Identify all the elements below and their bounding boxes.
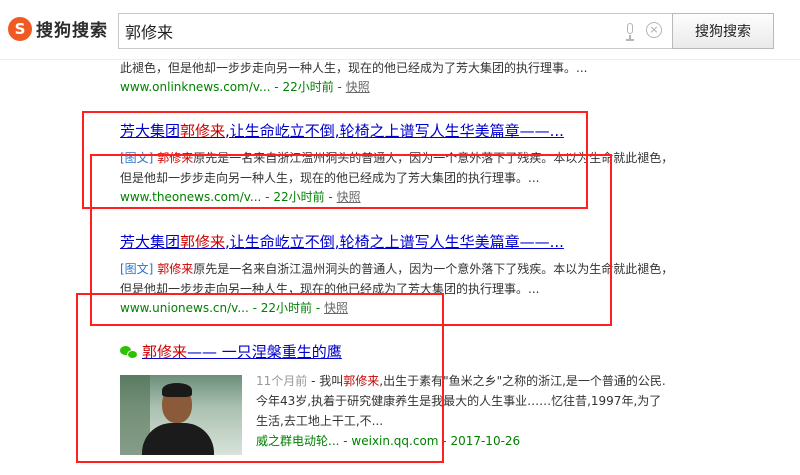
result-time: - 22小时前 - [270, 80, 346, 94]
wechat-domain: - weixin.qq.com - [339, 434, 451, 448]
wechat-abstract-pre: - 我叫 [307, 374, 344, 388]
sogou-logo-text: 搜狗搜索 [36, 21, 108, 41]
search-result: 芳大集团郭修来,让生命屹立不倒,轮椅之上谱写人生华美篇章——... [图文] 郭… [120, 122, 680, 206]
search-result: 此褪色，但是他却一步步走向另一种人生，现在的他已经成为了芳大集团的执行理事。..… [120, 58, 680, 96]
result-title-pre: 芳大集团 [120, 122, 181, 140]
sogou-logo[interactable]: S 搜狗搜索 [8, 16, 108, 41]
result-meta: www.onlinknews.com/v... - 22小时前 - 快照 [120, 78, 680, 96]
result-url[interactable]: www.unionews.cn/v... [120, 301, 249, 315]
clear-icon[interactable]: × [646, 22, 662, 38]
result-abstract: 此褪色，但是他却一步步走向另一种人生，现在的他已经成为了芳大集团的执行理事。..… [120, 61, 588, 75]
search-result: 芳大集团郭修来,让生命屹立不倒,轮椅之上谱写人生华美篇章——... [图文] 郭… [120, 233, 680, 317]
abstract-text: 原先是一名来自浙江温州洞头的普通人，因为一个意外落下了残疾。本以为生命就此褪色，… [120, 151, 674, 185]
result-title-link[interactable]: 芳大集团郭修来,让生命屹立不倒,轮椅之上谱写人生华美篇章——... [120, 233, 680, 251]
wechat-title-link[interactable]: 郭修来—— 一只涅槃重生的鹰 [120, 343, 680, 361]
search-input[interactable] [119, 14, 599, 48]
snapshot-link[interactable]: 快照 [324, 301, 348, 315]
wechat-thumbnail[interactable] [120, 375, 242, 455]
result-title-highlight: 郭修来 [180, 122, 226, 140]
wechat-icon [120, 346, 138, 360]
result-title-link[interactable]: 芳大集团郭修来,让生命屹立不倒,轮椅之上谱写人生华美篇章——... [120, 122, 680, 140]
wechat-abstract: 11个月前 - 我叫郭修来,出生于素有"鱼米之乡"之称的浙江,是一个普通的公民.… [256, 371, 666, 431]
abstract-text: 原先是一名来自浙江温州洞头的普通人，因为一个意外落下了残疾。本以为生命就此褪色，… [120, 262, 674, 296]
result-meta: www.theonews.com/v... - 22小时前 - 快照 [120, 188, 680, 206]
wechat-date: 2017-10-26 [450, 434, 521, 448]
result-abstract: [图文] 郭修来原先是一名来自浙江温州洞头的普通人，因为一个意外落下了残疾。本以… [120, 259, 680, 299]
sogou-logo-icon: S [8, 16, 32, 41]
result-url[interactable]: www.theonews.com/v... [120, 190, 261, 204]
snapshot-link[interactable]: 快照 [346, 80, 370, 94]
result-abstract: [图文] 郭修来原先是一名来自浙江温州洞头的普通人，因为一个意外落下了残疾。本以… [120, 148, 680, 188]
wechat-result: 郭修来—— 一只涅槃重生的鹰 11个月前 - 我叫郭修来,出生于素有"鱼米之乡"… [120, 343, 680, 455]
result-title-post: ,让生命屹立不倒,轮椅之上谱写人生华美篇章——... [225, 233, 564, 251]
microphone-icon[interactable] [624, 23, 636, 41]
result-url[interactable]: www.onlinknews.com/v... [120, 80, 270, 94]
abstract-highlight: 郭修来 [153, 151, 194, 165]
snapshot-link[interactable]: 快照 [337, 190, 361, 204]
result-title-highlight: 郭修来 [180, 233, 226, 251]
wechat-account[interactable]: 威之群电动轮... [256, 434, 339, 448]
result-time: - 22小时前 - [248, 301, 324, 315]
result-meta: www.unionews.cn/v... - 22小时前 - 快照 [120, 299, 680, 317]
search-box: × [118, 13, 672, 49]
wechat-time-ago: 11个月前 [256, 374, 308, 388]
wechat-title-highlight: 郭修来 [142, 343, 188, 361]
result-title-pre: 芳大集团 [120, 233, 181, 251]
search-button[interactable]: 搜狗搜索 [672, 13, 774, 49]
wechat-abstract-highlight: 郭修来 [343, 374, 380, 388]
search-header: S 搜狗搜索 × 搜狗搜索 [0, 0, 800, 60]
wechat-title-post: —— 一只涅槃重生的鹰 [187, 343, 342, 361]
abstract-highlight: 郭修来 [153, 262, 194, 276]
result-time: - 22小时前 - [261, 190, 337, 204]
image-text-tag: [图文] [120, 151, 154, 165]
result-title-post: ,让生命屹立不倒,轮椅之上谱写人生华美篇章——... [225, 122, 564, 140]
image-text-tag: [图文] [120, 262, 154, 276]
wechat-meta: 威之群电动轮... - weixin.qq.com - 2017-10-26 [256, 432, 520, 450]
